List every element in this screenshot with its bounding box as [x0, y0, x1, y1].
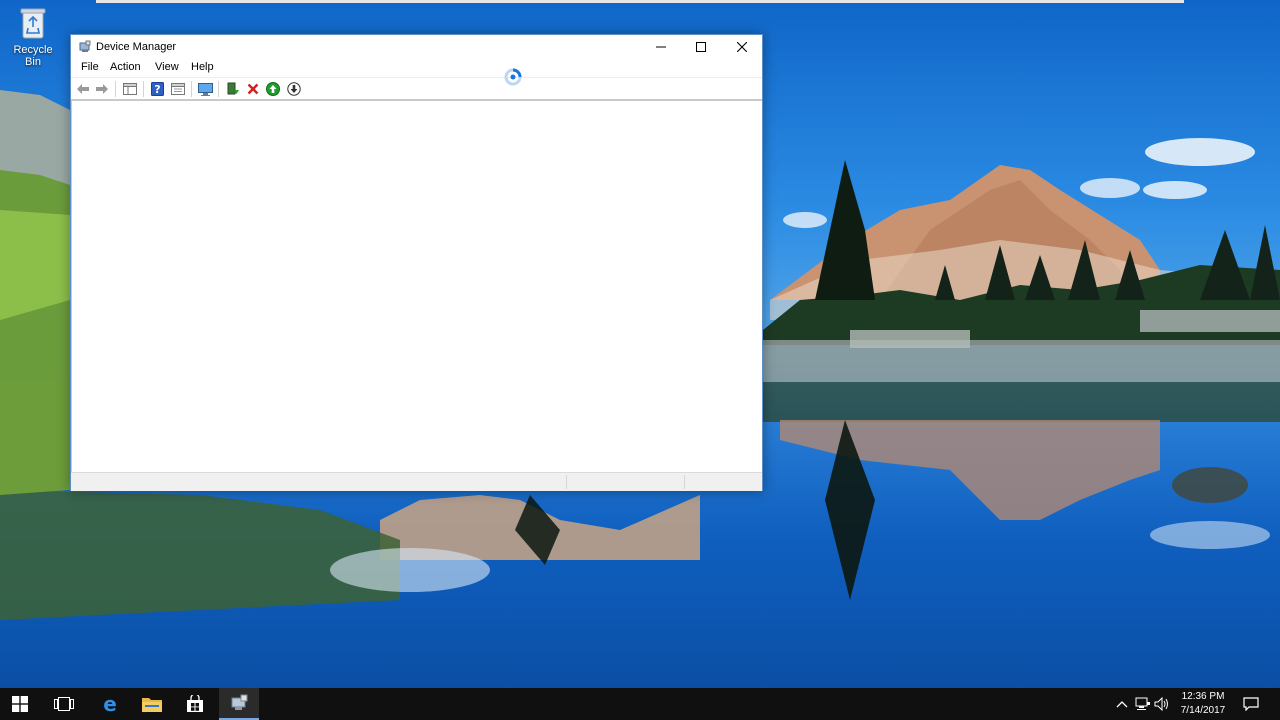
scan-hardware-icon — [197, 82, 213, 96]
forward-arrow-icon — [96, 84, 108, 94]
background-window-edge — [96, 0, 1184, 3]
forward-button[interactable] — [93, 80, 111, 98]
volume-icon — [1154, 697, 1168, 711]
device-manager-icon — [231, 694, 248, 710]
start-button[interactable] — [0, 688, 40, 720]
desktop-icon-recycle-bin[interactable]: Recycle Bin — [4, 6, 62, 68]
window-title: Device Manager — [96, 41, 177, 53]
status-pane-divider — [566, 475, 567, 489]
task-view-button[interactable] — [44, 688, 84, 720]
maximize-button[interactable] — [681, 35, 721, 59]
device-manager-taskbar-button[interactable] — [219, 688, 259, 720]
toolbar-separator — [143, 81, 144, 97]
device-tree-pane[interactable] — [71, 99, 762, 472]
show-hide-console-tree-button[interactable] — [121, 80, 139, 98]
maximize-icon — [696, 42, 706, 52]
network-icon — [1135, 697, 1150, 710]
edge-icon: e — [103, 694, 117, 714]
toolbar-separator — [218, 81, 219, 97]
toolbar-separator — [191, 81, 192, 97]
disable-device-button[interactable] — [285, 80, 303, 98]
update-driver-button[interactable] — [224, 80, 242, 98]
action-center-icon — [1243, 697, 1259, 711]
taskbar-clock[interactable]: 12:36 PM 7/14/2017 — [1172, 690, 1234, 718]
clock-date: 7/14/2017 — [1180, 705, 1226, 716]
minimize-button[interactable] — [641, 35, 681, 59]
menu-action[interactable]: Action — [110, 61, 141, 73]
back-button[interactable] — [74, 80, 92, 98]
menu-view[interactable]: View — [155, 61, 179, 73]
volume-tray-button[interactable] — [1152, 688, 1172, 720]
toolbar-separator — [115, 81, 116, 97]
status-pane-divider — [684, 475, 685, 489]
properties-icon — [171, 83, 185, 95]
device-manager-icon — [79, 40, 91, 52]
file-explorer-taskbar-button[interactable] — [132, 688, 172, 720]
uninstall-device-icon — [247, 83, 259, 95]
update-driver-icon — [227, 82, 239, 95]
minimize-icon — [656, 46, 666, 48]
clock-time: 12:36 PM — [1181, 691, 1225, 702]
back-arrow-icon — [77, 84, 89, 94]
show-hidden-icons-button[interactable] — [1112, 688, 1132, 720]
device-manager-window[interactable]: Device Manager File Action View Help ? — [70, 34, 763, 491]
desktop-icon-label: Recycle Bin — [13, 44, 53, 68]
uninstall-device-button[interactable] — [244, 80, 262, 98]
disable-device-icon — [287, 82, 301, 96]
file-explorer-icon — [142, 698, 162, 712]
enable-device-button[interactable] — [264, 80, 282, 98]
menu-bar: File Action View Help — [71, 59, 762, 77]
menu-help[interactable]: Help — [191, 61, 214, 73]
close-icon — [737, 42, 747, 52]
svg-text:?: ? — [154, 83, 160, 96]
action-center-button[interactable] — [1241, 688, 1261, 720]
store-icon — [187, 695, 203, 712]
help-icon: ? — [150, 82, 164, 96]
store-taskbar-button[interactable] — [175, 688, 215, 720]
help-button[interactable]: ? — [148, 80, 166, 98]
taskbar: e 12:36 PM 7/14/2017 — [0, 688, 1280, 720]
title-bar[interactable]: Device Manager — [71, 35, 762, 59]
enable-device-icon — [266, 82, 280, 96]
status-bar — [71, 472, 762, 491]
show-hide-console-tree-icon — [123, 83, 137, 95]
menu-file[interactable]: File — [81, 61, 99, 73]
show-hidden-icons-chevron — [1116, 701, 1128, 708]
scan-hardware-button[interactable] — [196, 80, 214, 98]
task-view-icon — [54, 697, 74, 711]
properties-button[interactable] — [169, 80, 187, 98]
edge-taskbar-button[interactable]: e — [90, 688, 130, 720]
start-icon — [12, 696, 28, 712]
busy-cursor-icon — [504, 68, 522, 86]
recycle-bin-icon — [20, 8, 46, 39]
svg-text:e: e — [103, 694, 117, 714]
network-tray-button[interactable] — [1133, 688, 1153, 720]
close-button[interactable] — [722, 35, 762, 59]
toolbar: ? — [71, 77, 762, 99]
